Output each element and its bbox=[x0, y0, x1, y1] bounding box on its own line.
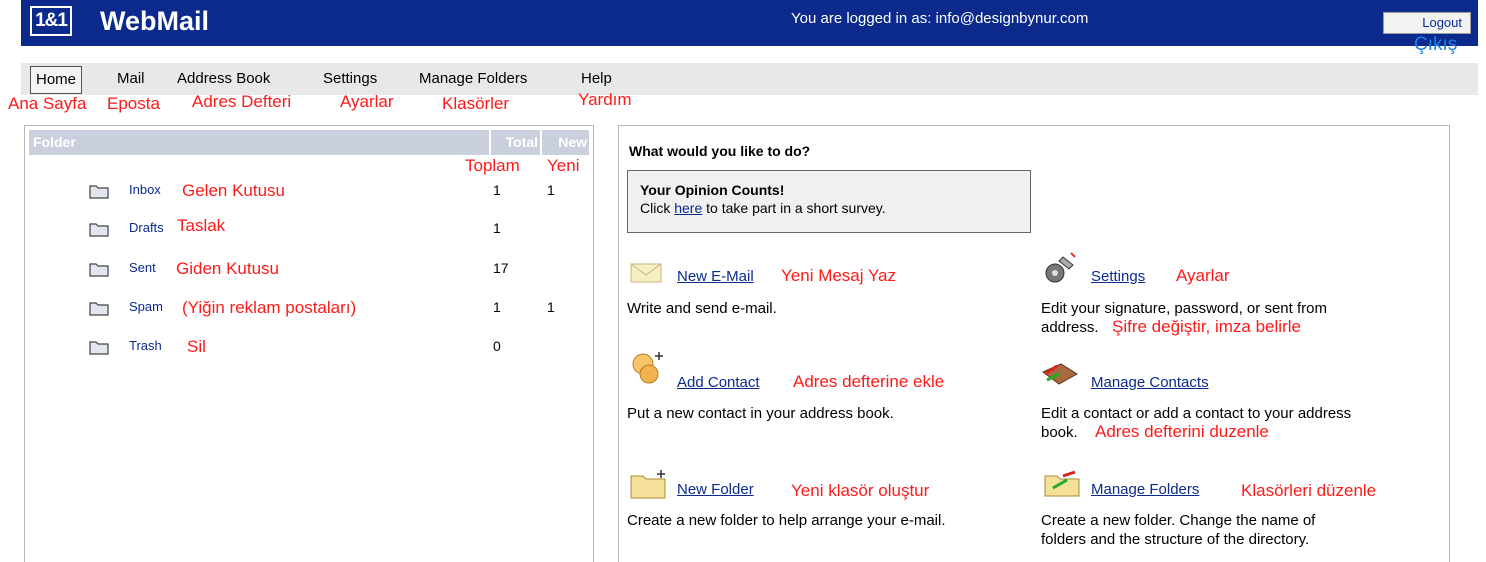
folder-total: 1 bbox=[493, 220, 501, 236]
nav-settings-translation: Ayarlar bbox=[340, 92, 394, 111]
folder-column-header: Folder bbox=[29, 130, 489, 155]
actions-heading: What would you like to do? bbox=[629, 143, 811, 159]
folder-translation: Giden Kutusu bbox=[176, 259, 280, 278]
folder-icon bbox=[89, 302, 109, 316]
nav-mail-translation: Eposta bbox=[107, 94, 160, 113]
logout-button[interactable]: Logout bbox=[1383, 12, 1471, 34]
folder-panel: Folder Total New Toplam Yeni Inbox Gelen… bbox=[24, 125, 594, 562]
manage-contacts-description-2: book. bbox=[1041, 424, 1078, 441]
folder-row-sent[interactable]: Sent Giden Kutusu 17 bbox=[25, 259, 593, 289]
survey-pre: Click bbox=[640, 200, 671, 216]
nav-manage-folders-translation: Klasörler bbox=[442, 94, 510, 113]
new-folder-icon bbox=[630, 470, 666, 499]
settings-gear-icon bbox=[1045, 252, 1076, 283]
settings-description-2: address. bbox=[1041, 319, 1099, 336]
folder-icon bbox=[89, 185, 109, 199]
new-folder-description: Create a new folder to help arrange your… bbox=[627, 512, 946, 529]
settings-translation: Ayarlar bbox=[1176, 266, 1230, 285]
survey-post: to take part in a short survey. bbox=[702, 200, 886, 216]
address-book-icon bbox=[1042, 363, 1078, 385]
app-title: WebMail bbox=[100, 6, 210, 36]
folder-row-trash[interactable]: Trash Sil 0 bbox=[25, 337, 593, 367]
folder-translation: Gelen Kutusu bbox=[182, 181, 286, 200]
manage-folders-translation: Klasörleri düzenle bbox=[1241, 481, 1377, 500]
folder-total: 17 bbox=[493, 260, 509, 276]
new-folder-translation: Yeni klasör oluştur bbox=[791, 481, 930, 500]
folder-name-spam[interactable]: Spam bbox=[129, 299, 163, 314]
folder-new: 1 bbox=[547, 182, 555, 198]
folder-translation: (Yiğin reklam postaları) bbox=[182, 298, 357, 317]
new-email-translation: Yeni Mesaj Yaz bbox=[781, 266, 896, 285]
manage-folders-icon bbox=[1044, 470, 1080, 497]
add-contact-translation: Adres defterine ekle bbox=[793, 372, 945, 391]
nav-mail[interactable]: Mail bbox=[117, 68, 145, 90]
settings-link[interactable]: Settings bbox=[1091, 268, 1145, 285]
new-column-translation: Yeni bbox=[547, 156, 580, 175]
envelope-icon bbox=[630, 263, 662, 283]
folder-icon bbox=[89, 223, 109, 237]
folder-row-drafts[interactable]: Drafts Taslak 1 bbox=[25, 216, 593, 249]
folder-translation: Taslak bbox=[177, 216, 226, 235]
survey-box: Your Opinion Counts! Click here to take … bbox=[627, 170, 1031, 233]
actions-panel: What would you like to do? Your Opinion … bbox=[618, 125, 1450, 562]
folder-table-header: Folder Total New bbox=[25, 130, 593, 155]
nav-home[interactable]: Home bbox=[30, 66, 83, 94]
brand-logo: 1&1 bbox=[30, 6, 72, 36]
folder-total: 1 bbox=[493, 182, 501, 198]
logged-in-status: You are logged in as: info@designbynur.c… bbox=[791, 10, 1089, 27]
manage-contacts-link[interactable]: Manage Contacts bbox=[1091, 374, 1209, 391]
manage-folders-link[interactable]: Manage Folders bbox=[1091, 481, 1199, 498]
folder-translation: Sil bbox=[187, 337, 206, 356]
folder-total: 1 bbox=[493, 299, 501, 315]
folder-name-inbox[interactable]: Inbox bbox=[129, 182, 161, 197]
nav-home-translation: Ana Sayfa bbox=[8, 94, 87, 113]
nav-help-translation: Yardım bbox=[578, 90, 632, 109]
folder-total: 0 bbox=[493, 338, 501, 354]
survey-link[interactable]: here bbox=[674, 200, 702, 216]
new-folder-link[interactable]: New Folder bbox=[677, 481, 754, 498]
settings-description: Edit your signature, password, or sent f… bbox=[1041, 300, 1327, 317]
new-email-description: Write and send e-mail. bbox=[627, 300, 777, 317]
nav-manage-folders[interactable]: Manage Folders bbox=[419, 68, 527, 90]
nav-address-book[interactable]: Address Book bbox=[177, 68, 270, 90]
folder-icon bbox=[89, 341, 109, 355]
nav-address-book-translation: Adres Defteri bbox=[192, 92, 292, 111]
nav-settings[interactable]: Settings bbox=[323, 68, 377, 90]
folder-new: 1 bbox=[547, 299, 555, 315]
manage-contacts-description: Edit a contact or add a contact to your … bbox=[1041, 405, 1352, 422]
add-contact-link[interactable]: Add Contact bbox=[677, 374, 760, 391]
add-contact-description: Put a new contact in your address book. bbox=[627, 405, 894, 422]
nav-help[interactable]: Help bbox=[581, 68, 612, 90]
add-contact-icon bbox=[632, 352, 663, 384]
folder-name-sent[interactable]: Sent bbox=[129, 260, 156, 275]
folder-icon bbox=[89, 263, 109, 277]
total-column-translation: Toplam bbox=[465, 156, 520, 175]
main-nav: Home Mail Address Book Settings Manage F… bbox=[21, 63, 1478, 95]
new-column-header: New bbox=[542, 130, 589, 155]
total-column-header: Total bbox=[491, 130, 540, 155]
settings-description-translation: Şifre değiştir, imza belirle bbox=[1112, 317, 1301, 336]
top-header: 1&1 WebMail You are logged in as: info@d… bbox=[21, 0, 1478, 55]
new-email-link[interactable]: New E-Mail bbox=[677, 268, 754, 285]
survey-title: Your Opinion Counts! bbox=[640, 182, 785, 198]
manage-folders-description-2: folders and the structure of the directo… bbox=[1041, 531, 1310, 548]
folder-name-drafts[interactable]: Drafts bbox=[129, 220, 164, 235]
survey-text: Click here to take part in a short surve… bbox=[640, 200, 1018, 216]
folder-row-spam[interactable]: Spam (Yiğin reklam postaları) 1 1 bbox=[25, 298, 593, 328]
manage-contacts-translation: Adres defterini duzenle bbox=[1095, 422, 1269, 441]
folder-row-inbox[interactable]: Inbox Gelen Kutusu 1 1 bbox=[25, 181, 593, 211]
logout-translation: Çıkış bbox=[1414, 34, 1458, 55]
folder-name-trash[interactable]: Trash bbox=[129, 338, 162, 353]
manage-folders-description: Create a new folder. Change the name of bbox=[1041, 512, 1316, 529]
